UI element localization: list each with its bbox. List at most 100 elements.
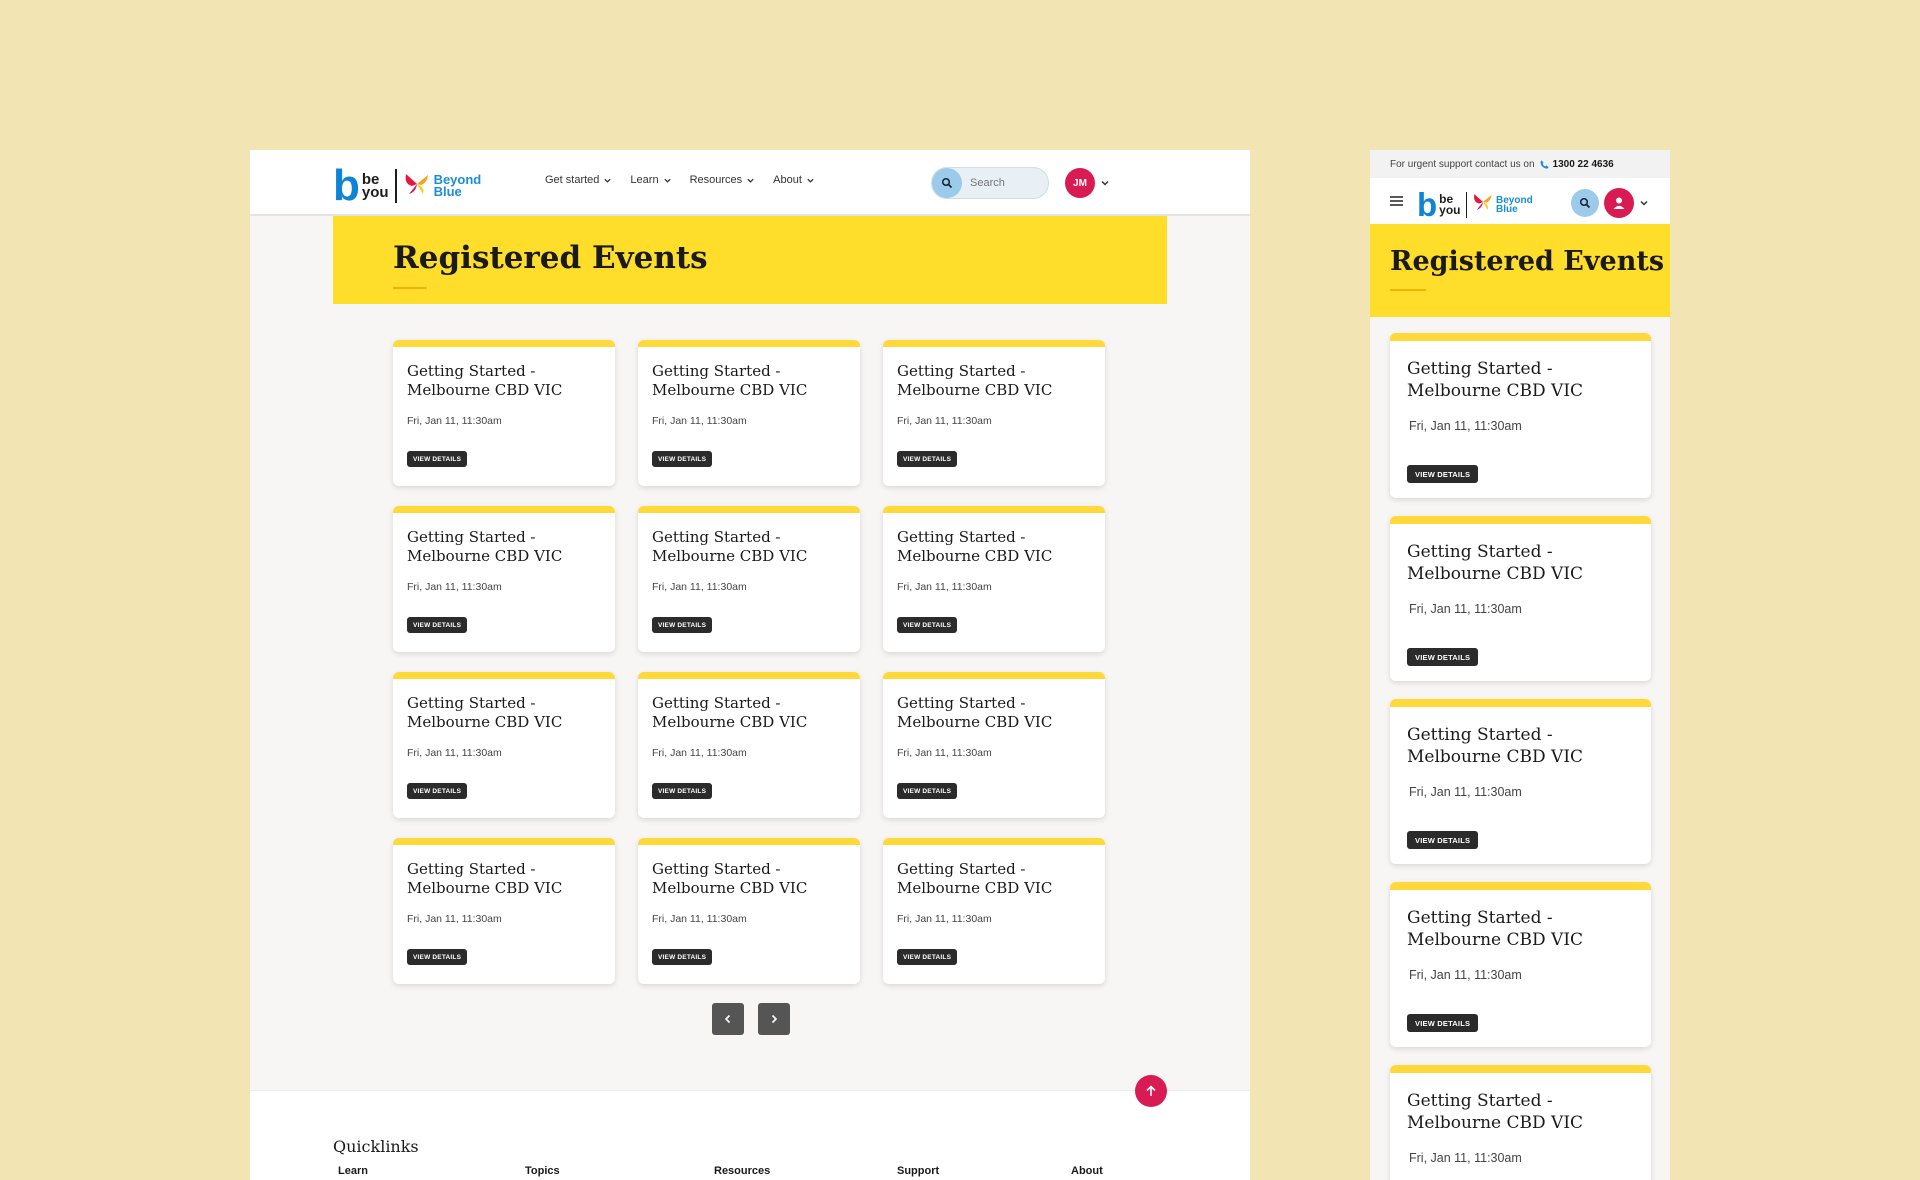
chevron-right-icon — [771, 1014, 778, 1024]
footer-column-topics[interactable]: Topics — [525, 1165, 560, 1177]
view-details-button[interactable]: VIEW DETAILS — [652, 783, 713, 799]
next-page-button[interactable] — [758, 1003, 790, 1035]
back-to-top-button[interactable] — [1135, 1075, 1167, 1107]
mobile-header: b be you Beyond Blue — [1370, 178, 1670, 224]
view-details-button[interactable]: VIEW DETAILS — [652, 949, 713, 965]
search-button[interactable] — [1571, 189, 1599, 217]
footer-column-support[interactable]: Support — [897, 1165, 939, 1177]
nav-item-label: Resources — [689, 174, 743, 186]
title-underline — [393, 287, 427, 289]
event-card: Getting Started - Melbourne CBD VIC Fri, … — [1390, 882, 1651, 1047]
nav-item-learn[interactable]: Learn — [630, 174, 671, 186]
event-card: Getting Started - Melbourne CBD VIC Fri, … — [883, 340, 1105, 486]
event-title: Getting Started - Melbourne CBD VIC — [652, 694, 808, 731]
be-you-logo-mark: b — [1417, 186, 1438, 223]
event-date: Fri, Jan 11, 11:30am — [407, 913, 502, 925]
event-card: Getting Started - Melbourne CBD VIC Fri, … — [638, 340, 860, 486]
chevron-down-icon[interactable] — [1100, 178, 1110, 188]
chevron-down-icon — [604, 178, 612, 183]
site-header: b beyou BeyondBlue Get started Learn R — [250, 150, 1250, 216]
event-card: Getting Started - Melbourne CBD VIC Fri, … — [1390, 516, 1651, 681]
view-details-button[interactable]: VIEW DETAILS — [652, 451, 713, 467]
view-details-button[interactable]: VIEW DETAILS — [407, 617, 468, 633]
beyond-blue-wordmark: Beyond Blue — [1496, 194, 1533, 215]
nav-item-about[interactable]: About — [773, 174, 815, 186]
footer-column-about[interactable]: About — [1071, 1165, 1103, 1177]
footer-column-resources[interactable]: Resources — [714, 1165, 770, 1177]
view-details-button[interactable]: VIEW DETAILS — [1407, 1014, 1479, 1032]
page-banner: Registered Events — [1370, 224, 1670, 317]
nav-item-get-started[interactable]: Get started — [545, 174, 612, 186]
event-date: Fri, Jan 11, 11:30am — [1409, 602, 1522, 616]
view-details-button[interactable]: VIEW DETAILS — [897, 617, 958, 633]
event-card: Getting Started - Melbourne CBD VIC Fri, … — [1390, 699, 1651, 864]
user-avatar[interactable] — [1604, 188, 1634, 218]
main-nav: Get started Learn Resources About — [545, 174, 815, 186]
event-date: Fri, Jan 11, 11:30am — [652, 581, 747, 593]
view-details-button[interactable]: VIEW DETAILS — [897, 949, 958, 965]
phone-icon — [1540, 159, 1549, 169]
event-title: Getting Started - Melbourne CBD VIC — [652, 860, 808, 897]
pagination — [712, 1003, 790, 1035]
event-title: Getting Started - Melbourne CBD VIC — [897, 860, 1053, 897]
event-title: Getting Started - Melbourne CBD VIC — [1407, 725, 1584, 767]
event-title: Getting Started - Melbourne CBD VIC — [407, 694, 563, 731]
event-grid: Getting Started - Melbourne CBD VIC Fri, … — [393, 340, 1105, 984]
chevron-down-icon[interactable] — [1639, 198, 1649, 208]
event-card: Getting Started - Melbourne CBD VIC Fri, … — [393, 672, 615, 818]
event-date: Fri, Jan 11, 11:30am — [897, 747, 992, 759]
page-title: Registered Events — [1390, 246, 1665, 277]
be-you-wordmark: be you — [1439, 191, 1461, 217]
user-avatar[interactable]: JM — [1065, 168, 1095, 198]
event-card: Getting Started - Melbourne CBD VIC Fri, … — [1390, 333, 1651, 498]
footer-column-learn[interactable]: Learn — [338, 1165, 368, 1177]
view-details-button[interactable]: VIEW DETAILS — [407, 783, 468, 799]
view-details-button[interactable]: VIEW DETAILS — [407, 949, 468, 965]
nav-item-label: Get started — [545, 174, 600, 186]
view-details-button[interactable]: VIEW DETAILS — [1407, 831, 1479, 849]
hamburger-menu-icon[interactable] — [1390, 196, 1403, 206]
event-card: Getting Started - Melbourne CBD VIC Fri, … — [638, 506, 860, 652]
user-icon — [1613, 197, 1625, 209]
title-underline — [1390, 289, 1426, 291]
event-date: Fri, Jan 11, 11:30am — [1409, 1151, 1522, 1165]
view-details-button[interactable]: VIEW DETAILS — [1407, 465, 1479, 483]
arrow-up-icon — [1146, 1085, 1156, 1096]
event-date: Fri, Jan 11, 11:30am — [652, 913, 747, 925]
support-phone-link[interactable]: 1300 22 4636 — [1553, 159, 1614, 170]
beyond-blue-wordmark: Beyond Blue — [433, 172, 482, 199]
butterfly-icon — [1472, 191, 1494, 218]
event-card: Getting Started - Melbourne CBD VIC Fri, … — [638, 672, 860, 818]
view-details-button[interactable]: VIEW DETAILS — [652, 617, 713, 633]
previous-page-button[interactable] — [712, 1003, 744, 1035]
chevron-down-icon — [807, 178, 814, 183]
nav-item-label: About — [773, 174, 802, 186]
event-date: Fri, Jan 11, 11:30am — [652, 747, 747, 759]
view-details-button[interactable]: VIEW DETAILS — [897, 451, 958, 467]
be-you-wordmark: be you — [361, 170, 389, 201]
search-bar — [931, 167, 1049, 199]
view-details-button[interactable]: VIEW DETAILS — [407, 451, 468, 467]
event-date: Fri, Jan 11, 11:30am — [897, 913, 992, 925]
view-details-button[interactable]: VIEW DETAILS — [897, 783, 958, 799]
view-details-button[interactable]: VIEW DETAILS — [1407, 648, 1479, 666]
site-logo[interactable]: b be you Beyond Blue — [1417, 188, 1533, 221]
urgent-support-text: For urgent support contact us on — [1390, 158, 1535, 170]
event-title: Getting Started - Melbourne CBD VIC — [1407, 1091, 1584, 1133]
search-icon[interactable] — [932, 168, 962, 198]
event-card: Getting Started - Melbourne CBD VIC Fri, … — [883, 506, 1105, 652]
event-title: Getting Started - Melbourne CBD VIC — [407, 860, 563, 897]
mobile-frame: For urgent support contact us on 1300 22… — [1370, 150, 1670, 1180]
site-logo[interactable]: b be you Beyond Blue — [333, 164, 481, 208]
nav-item-resources[interactable]: Resources — [690, 174, 756, 186]
event-title: Getting Started - Melbourne CBD VIC — [652, 362, 808, 399]
event-title: Getting Started - Melbourne CBD VIC — [897, 362, 1053, 399]
be-you-logo-mark: b — [333, 161, 360, 210]
search-input[interactable] — [970, 177, 1040, 189]
event-card: Getting Started - Melbourne CBD VIC Fri, … — [393, 506, 615, 652]
event-title: Getting Started - Melbourne CBD VIC — [407, 528, 563, 565]
event-title: Getting Started - Melbourne CBD VIC — [897, 528, 1053, 565]
event-title: Getting Started - Melbourne CBD VIC — [407, 362, 563, 399]
event-title: Getting Started - Melbourne CBD VIC — [897, 694, 1053, 731]
event-date: Fri, Jan 11, 11:30am — [407, 415, 502, 427]
